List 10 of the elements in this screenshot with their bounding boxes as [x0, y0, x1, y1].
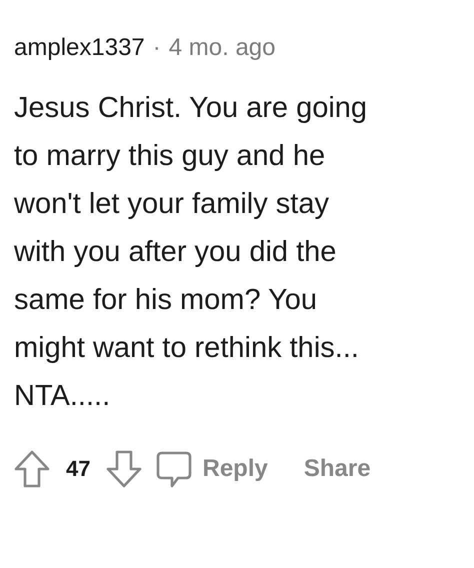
downvote-icon[interactable]	[106, 450, 142, 488]
comment-text: Jesus Christ. You are going to marry this guy and he won't let your family stay with you after you did the same for his mom? You might want to rethink this... NTA.....	[14, 91, 368, 414]
vote-count: 47	[66, 456, 90, 482]
reply-button[interactable]: Reply	[152, 446, 272, 492]
timestamp: 4 mo. ago	[168, 34, 276, 62]
share-button[interactable]: Share	[300, 451, 375, 487]
upvote-icon[interactable]	[14, 450, 50, 488]
username[interactable]: amplex1337	[14, 34, 145, 62]
separator: ·	[152, 34, 161, 62]
comment-bubble-icon	[156, 450, 192, 488]
